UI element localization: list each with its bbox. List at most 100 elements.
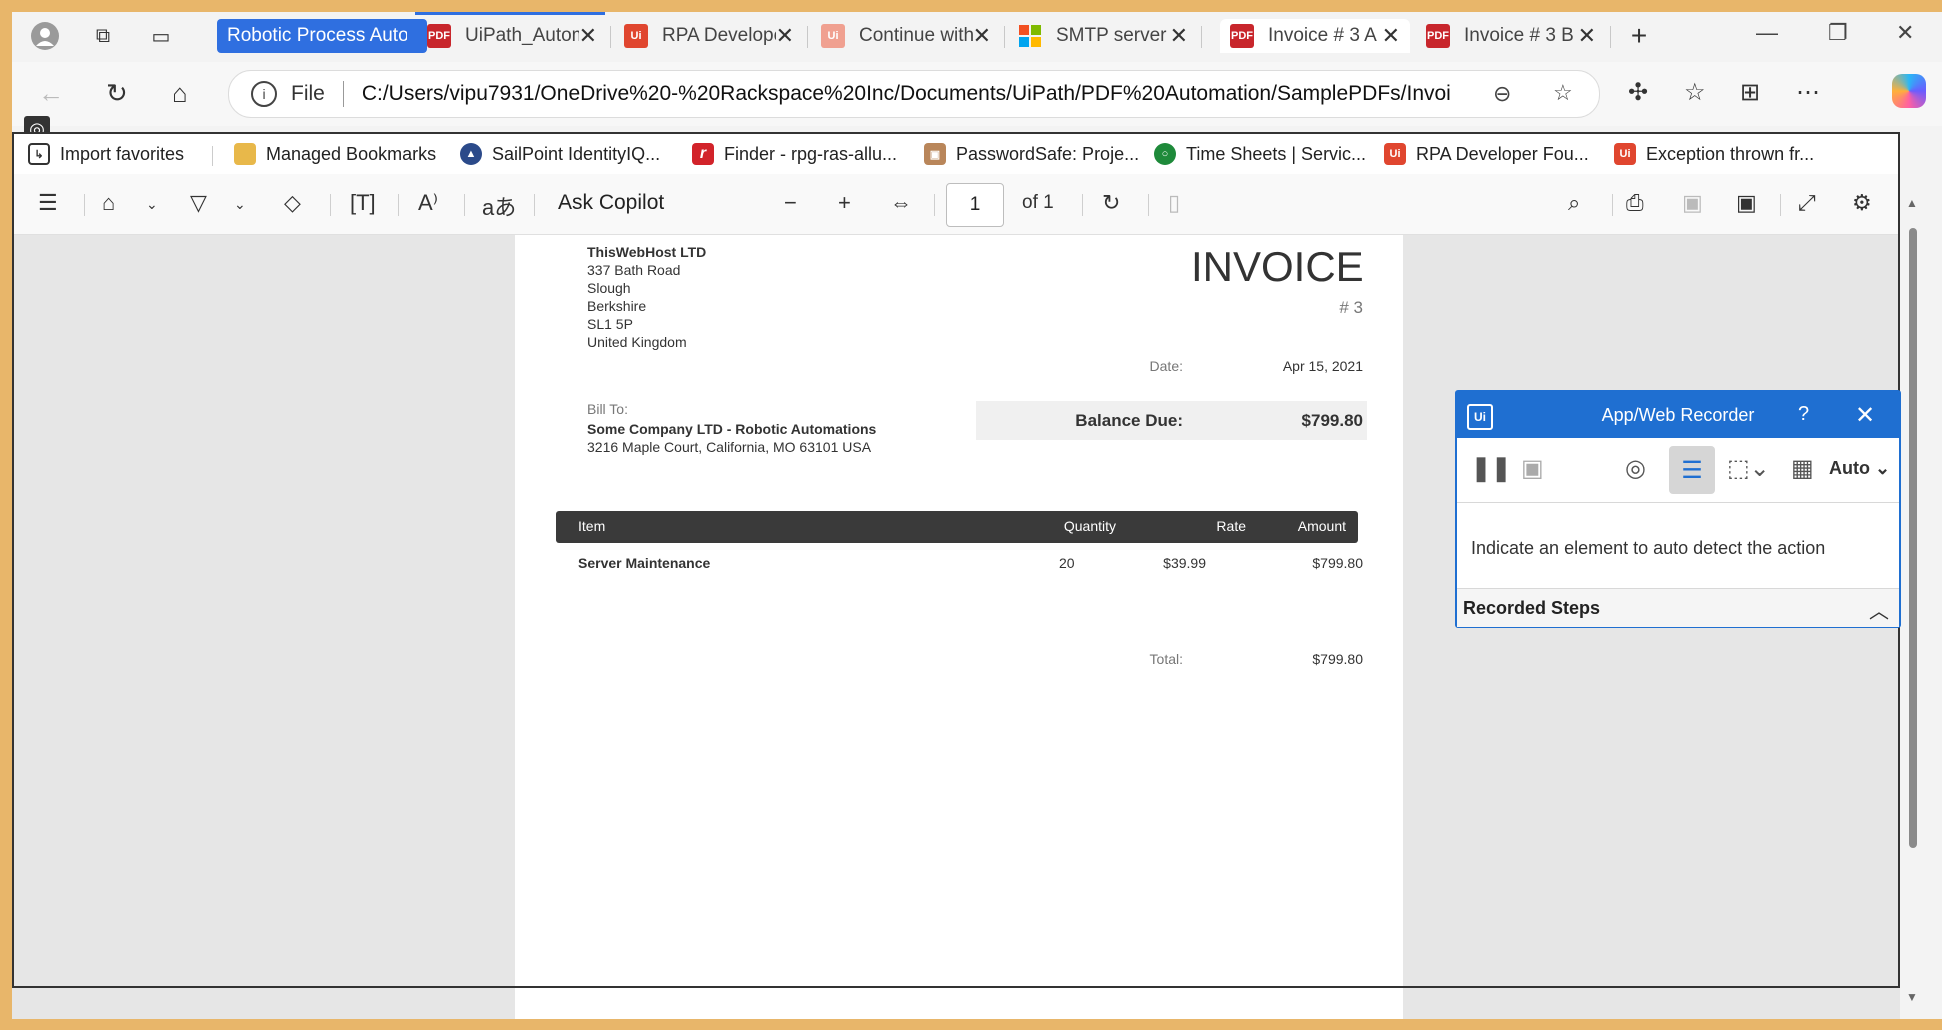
bookmark-finder[interactable]: r Finder - rpg-ras-allu...: [692, 143, 897, 165]
zoom-out-icon[interactable]: −: [784, 190, 797, 216]
chevron-up-icon[interactable]: ︿: [1869, 595, 1889, 624]
loading-bar: [415, 12, 605, 15]
tab-uipath-automation[interactable]: PDF UiPath_Autom ✕: [417, 19, 607, 53]
pause-icon[interactable]: ❚❚: [1471, 454, 1511, 483]
close-tab-icon[interactable]: ✕: [1578, 23, 1596, 49]
bookmark-managed-bookmarks[interactable]: Managed Bookmarks: [234, 143, 436, 165]
settings-gear-icon[interactable]: ⚙: [1852, 190, 1872, 216]
row-item: Server Maintenance: [578, 555, 711, 571]
info-icon[interactable]: i: [251, 81, 277, 107]
tab-continue-with[interactable]: Ui Continue with ✕: [811, 19, 1001, 53]
close-tab-icon[interactable]: ✕: [973, 23, 991, 49]
microsoft-icon: [1018, 24, 1042, 48]
tab-title: Continue with: [859, 25, 973, 46]
recorded-list-icon[interactable]: ☰: [1669, 446, 1715, 494]
target-capture-icon[interactable]: ◎: [1625, 454, 1646, 483]
page-number-input[interactable]: 1: [946, 183, 1004, 227]
vertical-scrollbar[interactable]: ▲ ▼: [1906, 182, 1920, 1012]
back-icon[interactable]: ←: [38, 78, 64, 109]
tab-robotic-process-automation[interactable]: Robotic Process Autom: [217, 19, 427, 53]
tab-invoice-3-a[interactable]: PDF Invoice # 3 A ✕: [1220, 19, 1410, 53]
screen-select-icon[interactable]: ⬚⌄: [1727, 454, 1770, 483]
contents-icon[interactable]: ☰: [38, 190, 58, 216]
eraser-icon[interactable]: ◇: [284, 190, 301, 216]
address-line: United Kingdom: [587, 334, 687, 350]
vertical-tabs-icon[interactable]: ▭: [144, 22, 178, 50]
close-tab-icon[interactable]: ✕: [1382, 23, 1400, 49]
servicenow-icon: ○: [1154, 143, 1176, 165]
bookmark-rpa-developer[interactable]: Ui RPA Developer Fou...: [1384, 143, 1589, 165]
close-tab-icon[interactable]: ✕: [776, 23, 794, 49]
bookmark-time-sheets[interactable]: ○ Time Sheets | Servic...: [1154, 143, 1366, 165]
bookmark-passwordsafe[interactable]: ▣ PasswordSafe: Proje...: [924, 143, 1139, 165]
address-line: SL1 5P: [587, 316, 633, 332]
fit-width-icon[interactable]: ⇔: [890, 190, 912, 216]
tab-smtp-server[interactable]: SMTP server c ✕: [1008, 19, 1198, 53]
save-as-icon[interactable]: ▣: [1736, 190, 1757, 216]
chevron-down-icon[interactable]: ⌄: [146, 196, 158, 213]
row-amount: $799.80: [1312, 555, 1363, 571]
collections-icon[interactable]: ⊞: [1740, 78, 1760, 107]
print-icon[interactable]: ⎙: [1626, 190, 1644, 216]
refresh-icon[interactable]: ↻: [106, 78, 128, 109]
safe-icon: ▣: [924, 143, 946, 165]
highlight-icon[interactable]: ⌂: [102, 190, 115, 216]
bookmark-import-favorites[interactable]: ↳ Import favorites: [28, 143, 184, 165]
close-tab-icon[interactable]: ✕: [1170, 23, 1188, 49]
tab-title: SMTP server c: [1056, 25, 1170, 46]
tab-invoice-3-b[interactable]: PDF Invoice # 3 B ✕: [1416, 19, 1606, 53]
auto-mode-icon[interactable]: ▦: [1791, 454, 1814, 483]
search-icon[interactable]: ⌕: [1568, 190, 1580, 216]
help-button[interactable]: ?: [1798, 403, 1809, 426]
save-icon[interactable]: ▣: [1682, 190, 1703, 216]
read-aloud-icon[interactable]: A⁾: [418, 190, 438, 216]
close-tab-icon[interactable]: ✕: [579, 23, 597, 49]
new-tab-icon[interactable]: +: [1622, 20, 1656, 51]
text-box-icon[interactable]: [T]: [350, 190, 376, 216]
bookmark-sailpoint[interactable]: ▲ SailPoint IdentityIQ...: [460, 143, 660, 165]
zoom-in-icon[interactable]: +: [838, 190, 851, 216]
tab-strip: ⧉ ▭ Robotic Process Autom PDF UiPath_Aut…: [12, 12, 1942, 62]
scroll-up-icon[interactable]: ▲: [1906, 196, 1918, 210]
translate-icon[interactable]: aあ: [482, 190, 516, 222]
zoom-icon[interactable]: ⊖: [1493, 81, 1511, 107]
scrollbar-thumb[interactable]: [1909, 228, 1917, 848]
auto-mode-label: Auto: [1829, 458, 1870, 478]
favorite-star-icon[interactable]: ☆: [1553, 80, 1573, 106]
close-window-icon[interactable]: ✕: [1896, 20, 1914, 46]
toolbar-separator: [534, 194, 535, 216]
tab-title: Invoice # 3 B: [1464, 25, 1574, 46]
row-quantity: 20: [1059, 555, 1075, 571]
bookmark-label: Time Sheets | Servic...: [1186, 143, 1367, 164]
favorites-icon[interactable]: ☆: [1684, 78, 1706, 107]
bookmark-exception-thrown[interactable]: Ui Exception thrown fr...: [1614, 143, 1814, 165]
rotate-icon[interactable]: ↻: [1102, 190, 1120, 216]
restore-icon[interactable]: ❐: [1828, 20, 1848, 46]
ask-copilot-button[interactable]: Ask Copilot: [558, 191, 664, 215]
address-bar[interactable]: i File C:/Users/vipu7931/OneDrive%20-%20…: [228, 70, 1600, 118]
address-line: Berkshire: [587, 298, 647, 314]
page-view-icon[interactable]: ▯: [1168, 190, 1180, 216]
address-line: 337 Bath Road: [587, 262, 681, 278]
extensions-icon[interactable]: ✣: [1628, 78, 1648, 107]
chevron-down-icon[interactable]: ⌄: [234, 196, 246, 213]
recorded-steps-section[interactable]: Recorded Steps ︿: [1457, 588, 1899, 627]
draw-icon[interactable]: ▽: [190, 190, 207, 216]
tab-separator: [1201, 26, 1202, 48]
save-icon[interactable]: ▣: [1521, 454, 1544, 483]
profile-icon[interactable]: [28, 22, 62, 50]
scroll-down-icon[interactable]: ▼: [1906, 990, 1918, 1004]
more-icon[interactable]: ⋯: [1796, 78, 1820, 107]
home-icon[interactable]: ⌂: [172, 78, 188, 109]
tab-rpa-developer[interactable]: Ui RPA Developer ✕: [614, 19, 804, 53]
pdf-icon: PDF: [427, 24, 451, 48]
minimize-icon[interactable]: —: [1756, 20, 1778, 46]
column-header: Item: [578, 518, 606, 534]
auto-mode-dropdown[interactable]: Auto ⌄: [1829, 458, 1890, 479]
fullscreen-icon[interactable]: ⤢: [1798, 190, 1816, 216]
workspaces-icon[interactable]: ⧉: [86, 22, 120, 50]
copilot-icon[interactable]: [1892, 74, 1926, 108]
close-icon[interactable]: ✕: [1855, 401, 1875, 430]
url-text[interactable]: C:/Users/vipu7931/OneDrive%20-%20Rackspa…: [362, 82, 1452, 106]
bookmark-label: Exception thrown fr...: [1646, 143, 1815, 164]
